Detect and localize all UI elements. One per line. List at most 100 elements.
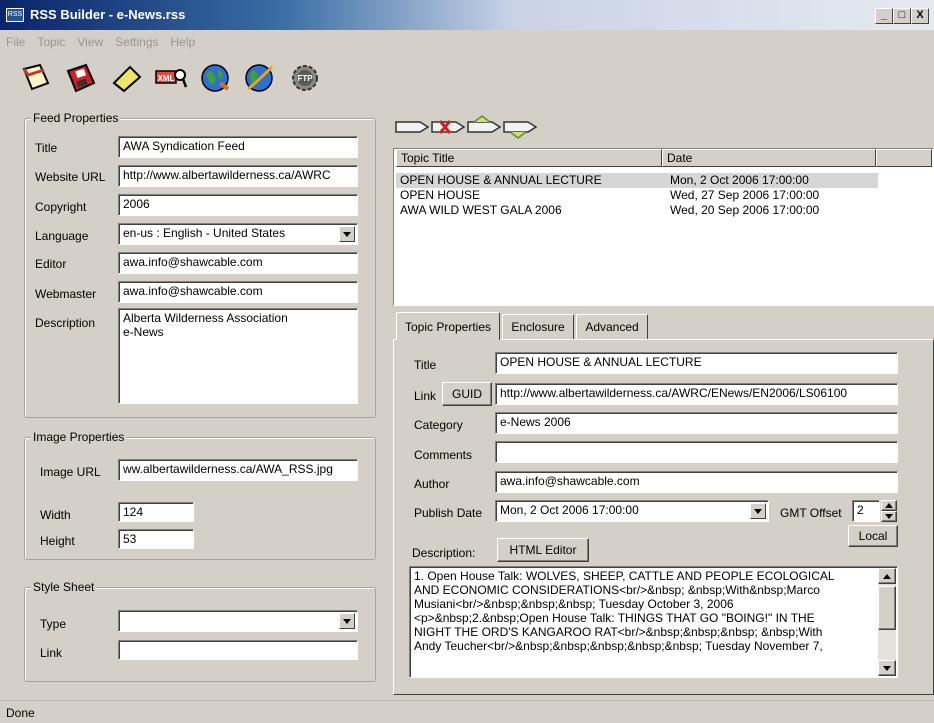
feed-title-label: Title [35,141,58,155]
preview-button[interactable] [194,58,236,98]
save-button[interactable] [60,58,102,98]
ftp-gear-icon: FTP [292,65,318,91]
xml-label: XML [158,74,175,83]
link-label: Link [40,646,63,660]
description-line: NIGHT THE ORD'S KANGAROO RAT<br/>&nbsp;&… [414,625,823,639]
author-field[interactable]: awa.info@shawcable.com [495,471,898,493]
add-topic-icon[interactable] [394,116,430,138]
scroll-thumb[interactable] [878,586,896,630]
category-label: Category [414,418,463,432]
image-url-label: Image URL [40,465,101,479]
menu-help[interactable]: Help [165,32,202,49]
height-label: Height [40,534,75,548]
width-label: Width [40,508,71,522]
scroll-up-icon[interactable] [878,568,896,584]
move-down-topic-icon[interactable] [502,116,538,140]
image-url-field[interactable]: ww.albertawilderness.ca/AWA_RSS.jpg [118,459,358,481]
website-url-field[interactable]: http://www.albertawilderness.ca/AWRC [118,165,358,187]
topic-link-field[interactable]: http://www.albertawilderness.ca/AWRC/ENe… [495,383,898,405]
tab-enclosure[interactable]: Enclosure [502,314,574,340]
menu-file[interactable]: File [0,32,31,49]
table-row[interactable]: AWA WILD WEST GALA 2006 Wed, 20 Sep 2006… [396,203,878,218]
feed-properties-title: Feed Properties [31,111,121,125]
guid-button[interactable]: GUID [442,382,492,406]
topic-title-cell: OPEN HOUSE [400,188,481,202]
language-value: en-us : English - United States [123,226,286,240]
publish-button[interactable] [238,58,280,98]
topic-date-cell: Wed, 27 Sep 2006 17:00:00 [670,188,820,202]
publish-date-select[interactable]: Mon, 2 Oct 2006 17:00:00 [495,500,769,522]
publish-date-label: Publish Date [414,506,483,520]
description-line: AND ECONOMIC CONSIDERATIONS<br/>&nbsp; &… [414,583,820,597]
feed-title-field[interactable]: AWA Syndication Feed [118,136,358,158]
gmt-offset-field[interactable]: 2 [852,500,880,522]
chevron-down-icon[interactable] [339,226,355,242]
menu-topic[interactable]: Topic [31,32,71,49]
feed-description-textarea[interactable]: Alberta Wilderness Association e-News [118,308,358,404]
feed-description-line: e-News [123,325,164,339]
topic-title-cell: AWA WILD WEST GALA 2006 [400,203,562,217]
width-field[interactable]: 124 [118,502,194,522]
topic-title-cell: OPEN HOUSE & ANNUAL LECTURE [400,173,602,187]
style-sheet-title: Style Sheet [31,580,97,594]
stylesheet-type-select[interactable] [118,610,358,632]
scroll-down-icon[interactable] [878,660,896,676]
topic-list[interactable]: Topic Title Date OPEN HOUSE & ANNUAL LEC… [393,148,934,306]
topic-title-label: Title [414,358,437,372]
language-label: Language [35,229,89,243]
tab-advanced[interactable]: Advanced [576,314,648,340]
copyright-field[interactable]: 2006 [118,194,358,216]
spin-up-icon[interactable] [881,500,897,511]
category-field[interactable]: e-News 2006 [495,412,898,434]
stylesheet-link-field[interactable] [118,640,358,660]
editor-field[interactable]: awa.info@shawcable.com [118,252,358,274]
new-button[interactable] [14,58,56,98]
xml-view-button[interactable]: XML [150,58,192,98]
webmaster-field[interactable]: awa.info@shawcable.com [118,281,358,303]
maximize-button[interactable]: □ [893,8,911,24]
table-row[interactable]: OPEN HOUSE Wed, 27 Sep 2006 17:00:00 [396,188,878,203]
clear-button[interactable] [106,58,148,98]
local-button[interactable]: Local [848,525,898,547]
column-header-filler [876,149,932,167]
topic-date-cell: Mon, 2 Oct 2006 17:00:00 [670,173,809,187]
description-scrollbar[interactable] [878,568,896,676]
menu-view[interactable]: View [71,32,109,49]
language-select[interactable]: en-us : English - United States [118,223,358,245]
topic-date-cell: Wed, 20 Sep 2006 17:00:00 [670,203,820,217]
topic-description-textarea[interactable]: 1. Open House Talk: WOLVES, SHEEP, CATTL… [409,566,898,678]
comments-field[interactable] [495,441,898,463]
topic-title-field[interactable]: OPEN HOUSE & ANNUAL LECTURE [495,352,898,374]
title-bar[interactable]: RSS RSS Builder - e-News.rss _ □ X [0,0,934,30]
style-sheet-group: Style Sheet [24,580,376,682]
comments-label: Comments [414,448,473,462]
html-editor-button[interactable]: HTML Editor [497,538,589,562]
spin-down-icon[interactable] [881,511,897,522]
tab-topic-properties[interactable]: Topic Properties [396,312,500,340]
author-label: Author [414,477,450,491]
ftp-label: FTP [297,74,313,83]
menu-settings[interactable]: Settings [109,32,164,49]
delete-topic-icon[interactable] [430,116,466,138]
close-button[interactable]: X [911,8,929,24]
window-title: RSS Builder - e-News.rss [30,7,186,22]
minimize-button[interactable]: _ [875,8,893,24]
chevron-down-icon[interactable] [750,503,766,519]
move-up-topic-icon[interactable] [466,114,502,138]
topic-toolbar [394,114,564,140]
image-properties-group: Image Properties [24,430,376,560]
globe-publish-icon [245,64,274,92]
column-header-topic-title[interactable]: Topic Title [396,149,662,167]
gmt-offset-label: GMT Offset [780,506,842,520]
status-text: Done [6,706,35,720]
table-row[interactable]: OPEN HOUSE & ANNUAL LECTURE Mon, 2 Oct 2… [396,173,878,188]
ftp-button[interactable]: FTP [284,58,326,98]
column-header-date[interactable]: Date [662,149,876,167]
copyright-label: Copyright [35,200,87,214]
topic-description-label: Description: [412,546,476,560]
chevron-down-icon[interactable] [339,613,355,629]
globe-preview-icon [201,64,230,92]
height-field[interactable]: 53 [118,529,194,549]
status-bar: Done [0,700,934,723]
type-label: Type [40,617,67,631]
